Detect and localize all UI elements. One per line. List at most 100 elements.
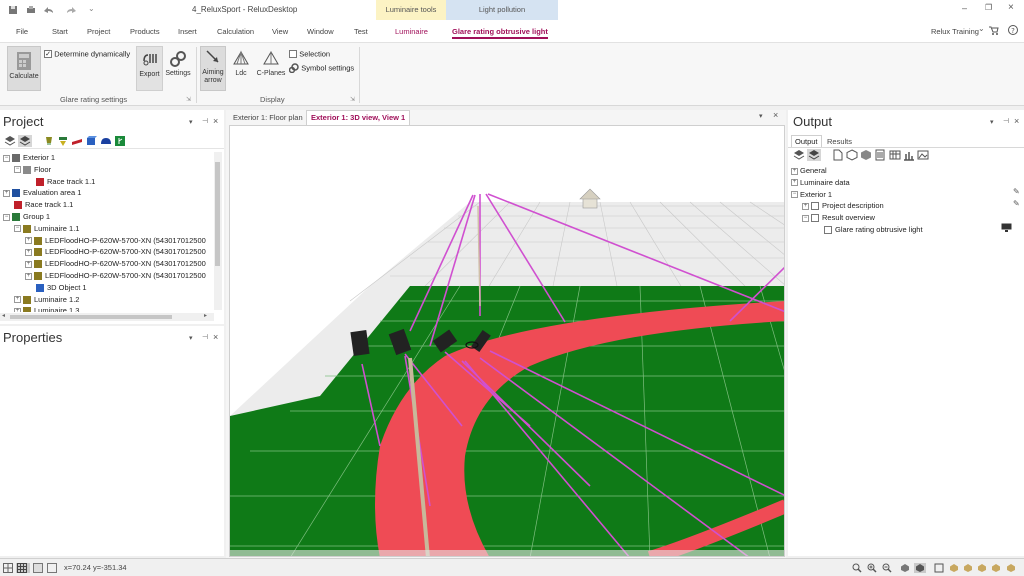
tab-window[interactable]: Window	[307, 27, 334, 36]
settings-button[interactable]: Settings	[163, 46, 193, 91]
daylight-icon[interactable]	[57, 135, 69, 147]
tree-item[interactable]: + LEDFloodHO-P-620W-5700-XN (543017012500	[25, 235, 206, 247]
scrollbar-thumb[interactable]	[215, 162, 220, 266]
calculate-button[interactable]: Calculate	[7, 46, 41, 91]
exit-sign-icon[interactable]	[114, 135, 126, 147]
pin-icon[interactable]: ⊣	[202, 117, 208, 125]
page-icon[interactable]	[832, 149, 844, 161]
tree-item[interactable]: 3D Object 1	[25, 282, 87, 294]
redo-icon[interactable]	[64, 5, 78, 15]
collapse-icon[interactable]: −	[802, 214, 809, 222]
tab-file[interactable]: File	[16, 27, 28, 36]
tree-item[interactable]: + Luminaire 1.2	[14, 294, 79, 306]
expand-icon[interactable]: +	[14, 296, 21, 304]
tree-item[interactable]: Race track 1.1	[3, 199, 73, 211]
layers-filled-icon[interactable]	[807, 149, 822, 161]
expand-icon[interactable]: +	[25, 260, 32, 268]
viewport-3d[interactable]	[229, 125, 785, 557]
glare-group-launcher-icon[interactable]: ⇲	[186, 96, 191, 103]
tree-item[interactable]: − Floor	[14, 164, 51, 176]
expand-icon[interactable]: +	[791, 179, 798, 187]
pin-icon[interactable]: ⊣	[1003, 117, 1009, 125]
qat-customize-icon[interactable]: ⌄	[88, 4, 95, 13]
tree-item[interactable]: + Luminaire 1.3	[14, 305, 79, 312]
close-view-icon[interactable]: ×	[773, 110, 778, 120]
tab-3d-view[interactable]: Exterior 1: 3D view, View 1	[306, 110, 411, 125]
scroll-right-icon[interactable]: ▸	[204, 312, 207, 319]
zoom-out-icon[interactable]	[882, 563, 892, 573]
tab-floor-plan[interactable]: Exterior 1: Floor plan	[229, 112, 307, 124]
aiming-arrow-button[interactable]: Aiming arrow	[200, 46, 226, 91]
output-tree-item[interactable]: + General	[791, 165, 827, 177]
display-group-launcher-icon[interactable]: ⇲	[350, 96, 355, 103]
user-dropdown-icon[interactable]: ⌄	[978, 24, 985, 33]
edit-icon[interactable]: ✎	[1013, 187, 1020, 196]
expand-icon[interactable]: +	[791, 167, 798, 175]
tree-item[interactable]: − Group 1	[3, 211, 50, 223]
tab-products[interactable]: Products	[130, 27, 160, 36]
output-tree-item[interactable]: + Luminaire data	[791, 177, 850, 189]
close-icon[interactable]: ×	[213, 332, 218, 342]
collapse-icon[interactable]: −	[791, 191, 798, 199]
document-icon[interactable]	[874, 149, 886, 161]
expand-icon[interactable]: +	[3, 189, 10, 197]
collapse-icon[interactable]: −	[14, 225, 21, 233]
scrollbar-thumb[interactable]	[10, 315, 172, 319]
cube-outline-icon[interactable]	[846, 149, 858, 161]
collapse-icon[interactable]: −	[3, 213, 10, 221]
tree-horizontal-scrollbar[interactable]: ◂ ▸	[0, 313, 214, 321]
tab-glare-rating-obtrusive-light[interactable]: Glare rating obtrusive light	[452, 27, 548, 39]
tab-luminaire[interactable]: Luminaire	[395, 27, 428, 36]
save-icon[interactable]	[8, 5, 18, 15]
collapse-icon[interactable]: −	[14, 166, 21, 174]
layers-icon[interactable]	[4, 135, 16, 147]
help-icon[interactable]: ?	[1008, 25, 1018, 35]
expand-icon[interactable]: +	[25, 248, 32, 256]
expand-icon[interactable]: +	[25, 237, 32, 245]
tabs-dropdown-icon[interactable]: ▾	[759, 112, 763, 120]
image-icon[interactable]	[917, 149, 929, 161]
grid-icon[interactable]	[3, 563, 13, 573]
tree-item[interactable]: + LEDFloodHO-P-620W-5700-XN (543017012500	[25, 258, 206, 270]
symbol-settings-button[interactable]: Symbol settings	[288, 63, 354, 74]
expand-icon[interactable]: +	[14, 307, 21, 312]
light-source-icon[interactable]	[43, 135, 55, 147]
monitor-icon[interactable]	[1001, 223, 1012, 232]
panel-menu-icon[interactable]: ▾	[189, 334, 193, 342]
view-right-icon[interactable]	[963, 563, 973, 573]
tree-item[interactable]: Race track 1.1	[25, 176, 95, 188]
view-top-icon[interactable]	[934, 563, 944, 573]
tab-test[interactable]: Test	[354, 27, 368, 36]
output-tree-item[interactable]: Glare rating obtrusive light	[813, 224, 923, 236]
determine-dynamically-checkbox[interactable]: ✓ Determine dynamically	[44, 49, 130, 59]
tree-item[interactable]: + LEDFloodHO-P-620W-5700-XN (543017012500	[25, 246, 206, 258]
print-icon[interactable]	[26, 5, 36, 15]
close-icon[interactable]: ×	[1014, 116, 1019, 126]
panel-menu-icon[interactable]: ▾	[990, 118, 994, 126]
view-perspective-icon[interactable]	[1006, 563, 1016, 573]
zoom-in-icon[interactable]	[867, 563, 877, 573]
output-tree-item[interactable]: − Result overview	[802, 212, 875, 224]
output-tree-item[interactable]: − Exterior 1	[791, 189, 832, 201]
user-name[interactable]: Relux Training	[931, 27, 979, 36]
tree-item[interactable]: − Luminaire 1.1	[14, 223, 79, 235]
ldc-button[interactable]: Ldc	[229, 46, 253, 91]
view-3d-icon[interactable]	[914, 563, 926, 573]
tab-insert[interactable]: Insert	[178, 27, 197, 36]
view-iso-icon[interactable]	[991, 563, 1001, 573]
collapse-icon[interactable]: −	[3, 154, 10, 162]
tab-view[interactable]: View	[272, 27, 288, 36]
close-button[interactable]: ×	[1008, 2, 1014, 13]
tab-calculation[interactable]: Calculation	[217, 27, 254, 36]
layer-toggle-icon[interactable]	[47, 563, 57, 573]
tab-project[interactable]: Project	[87, 27, 110, 36]
cart-icon[interactable]	[988, 25, 999, 35]
layers-filled-icon[interactable]	[18, 135, 33, 147]
pin-icon[interactable]: ⊣	[202, 333, 208, 341]
restore-button[interactable]: ❐	[985, 3, 992, 12]
view-left-icon[interactable]	[949, 563, 959, 573]
output-tree-item[interactable]: + Project description	[802, 200, 884, 212]
tab-start[interactable]: Start	[52, 27, 68, 36]
tree-item[interactable]: + LEDFloodHO-P-620W-5700-XN (543017012500	[25, 270, 206, 282]
scene-3d[interactable]	[230, 126, 785, 557]
